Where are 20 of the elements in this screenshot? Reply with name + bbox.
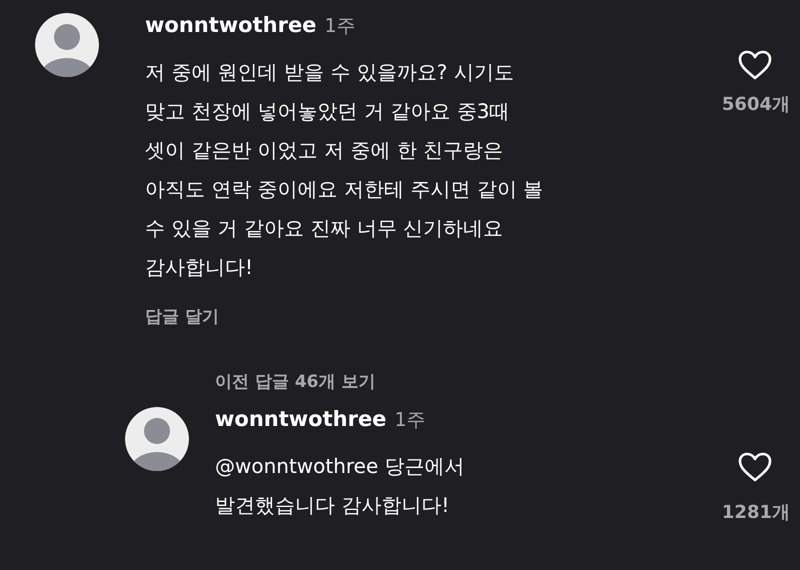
comment-text: 맞고 천장에 넣어놓았던 거 같아요 중3때 [145,98,511,125]
comment-text: 발견했습니다 감사합니다! [215,492,450,519]
like-count: 5604개 [722,93,790,116]
comment-text: 셋이 같은반 이었고 저 중에 한 친구랑은 [145,137,504,164]
comment-text: 저 중에 원인데 받을 수 있을까요? 시기도 [145,59,515,86]
heart-icon[interactable] [738,50,772,80]
view-replies-link[interactable]: 이전 답글 46개 보기 [215,370,376,393]
comment-text: 수 있을 거 같아요 진짜 너무 신기하네요 [145,215,504,242]
timestamp: 1주 [324,14,356,39]
avatar-icon [125,407,189,471]
avatar-icon [35,13,99,77]
timestamp: 1주 [394,408,426,433]
like-count: 1281개 [722,501,790,524]
comment-text: 아직도 연락 중이에요 저한테 주시면 같이 볼 [145,176,544,203]
heart-icon[interactable] [738,452,772,482]
comment-text: 감사합니다! [145,254,254,281]
username[interactable]: wonntwothree [215,407,386,431]
reply-link[interactable]: 답글 달기 [145,305,219,328]
comment-text: @wonntwothree 당근에서 [215,453,466,480]
username[interactable]: wonntwothree [145,13,316,37]
